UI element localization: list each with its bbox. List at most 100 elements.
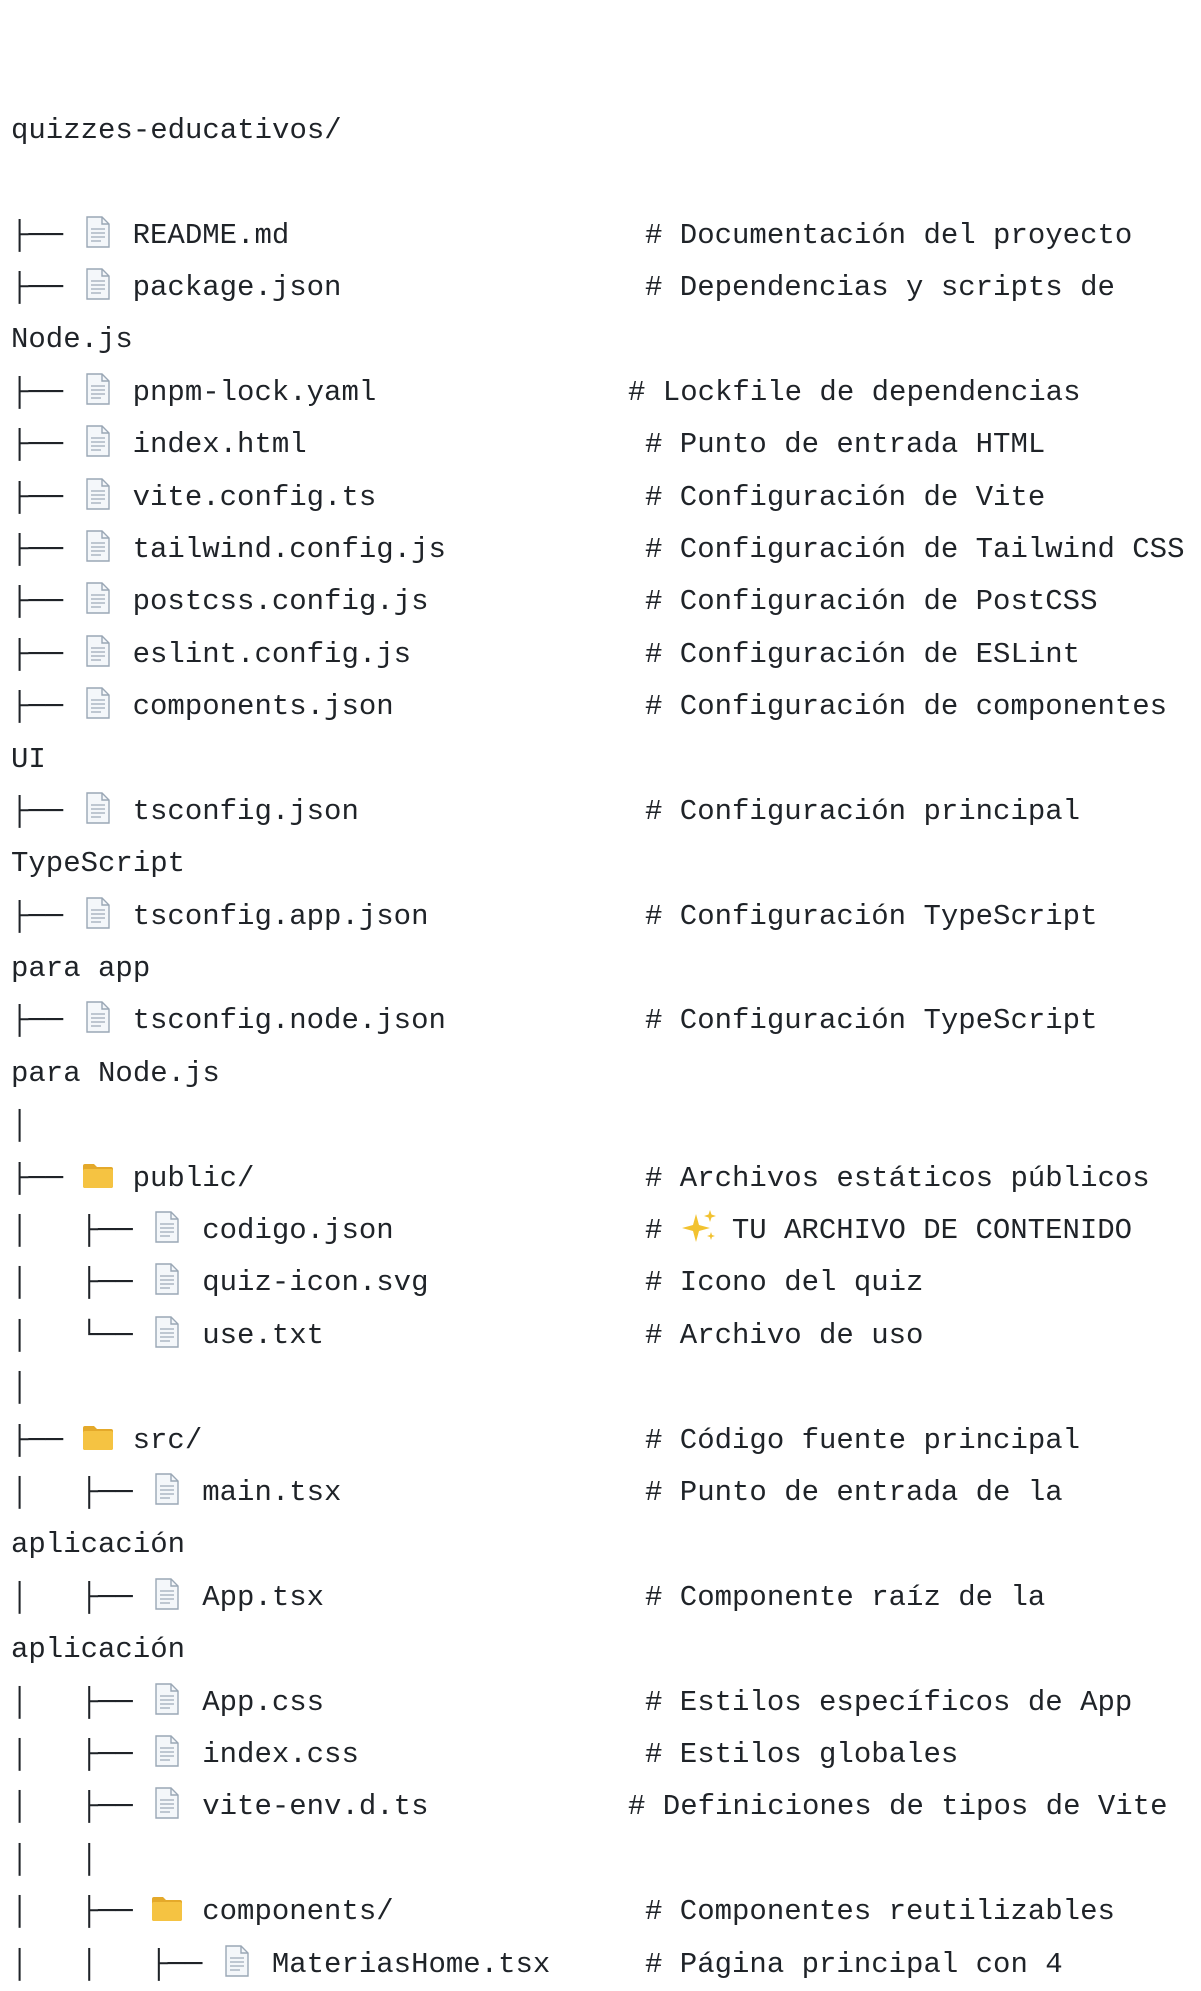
tree-continuation-line: para Node.js [11, 1048, 1196, 1100]
tree-branch: │ ├── [11, 1580, 151, 1614]
tree-continuation-line: │ [11, 1100, 1196, 1152]
continuation-text: UI [11, 742, 46, 776]
comment-text: # Configuración principal [645, 794, 1081, 828]
tree-folder-row: ├── src/ # Código fuente principal [11, 1415, 1196, 1467]
file-name: codigo.json [202, 1214, 394, 1248]
folder-name: components/ [202, 1895, 394, 1929]
tree-continuation-line: aplicación [11, 1519, 1196, 1571]
comment-text: # Definiciones de tipos de Vite [628, 1790, 1168, 1824]
tree-file-row: ├── eslint.config.js # Configuración de E… [11, 629, 1196, 681]
file-icon [85, 425, 110, 457]
tree-folder-row: ├── public/ # Archivos estáticos públicos [11, 1153, 1196, 1205]
continuation-text: │ [11, 1371, 29, 1405]
tree-file-row: ├── tsconfig.app.json # Configuración Typ… [11, 891, 1196, 943]
file-icon [85, 687, 110, 719]
tree-file-row: │ ├── App.tsx # Componente raíz de la [11, 1572, 1196, 1624]
file-icon [155, 1787, 179, 1820]
tree-branch: ├── [11, 428, 81, 462]
tree-file-row: ├── tsconfig.json # Configuración princip… [11, 786, 1196, 838]
continuation-text: para app [11, 952, 151, 986]
tree-file-row: │ ├── main.tsx # Punto de entrada de la [11, 1467, 1196, 1519]
file-icon [85, 373, 110, 405]
comment-text: # Configuración de Tailwind CSS [645, 532, 1185, 566]
tree-branch: ├── [11, 218, 81, 252]
file-name: package.json [132, 271, 342, 304]
file-name: vite.config.ts [132, 480, 377, 514]
comment-text: # Configuración de Vite [645, 480, 1046, 514]
folder-name: src/ [132, 1423, 203, 1457]
file-name: tailwind.config.js [132, 532, 446, 566]
tree-root: quizzes-educativos/ [11, 105, 1196, 157]
tree-branch: │ ├── [11, 1685, 151, 1719]
tree-file-row: ├── postcss.config.js # Configuración de … [11, 576, 1196, 628]
file-icon [155, 1316, 179, 1348]
tree-continuation-line: │ │ [11, 1834, 1196, 1886]
tree-file-row: ├── package.json # Dependencias y scripts… [11, 262, 1196, 314]
tree-branch: ├── [11, 1161, 81, 1195]
comment-text: # Configuración TypeScript [645, 899, 1098, 933]
comment-text: # Estilos específicos de App [645, 1685, 1133, 1719]
continuation-text: TypeScript [11, 847, 186, 881]
comment-text: # Componentes reutilizables [645, 1895, 1115, 1929]
tree-folder-row: │ ├── components/ # Componentes reutiliza… [11, 1886, 1196, 1938]
file-name: tsconfig.json [132, 794, 359, 828]
continuation-text: Node.js [11, 323, 133, 357]
tree-file-row: ├── pnpm-lock.yaml # Lockfile de dependen… [11, 367, 1196, 419]
tree-branch: ├── [11, 794, 81, 828]
tree-branch: ├── [11, 532, 81, 566]
file-name: components.json [132, 690, 394, 724]
tree-file-row: │ └── use.txt # Archivo de uso [11, 1310, 1196, 1362]
tree-branch: ├── [11, 585, 81, 619]
file-name: eslint.config.js [132, 637, 412, 671]
file-icon [85, 477, 110, 510]
file-icon [155, 1263, 179, 1296]
file-tree: quizzes-educativos/ ├── README.md # Docum… [11, 0, 1196, 1991]
continuation-text: │ │ [11, 1842, 99, 1876]
comment-text: # Punto de entrada HTML [645, 428, 1046, 462]
file-name: tsconfig.node.json [132, 1004, 446, 1038]
tree-continuation-line: │ [11, 1362, 1196, 1414]
file-name: quiz-icon.svg [202, 1266, 429, 1300]
tree-continuation-line: para app [11, 943, 1196, 995]
file-icon [155, 1682, 179, 1715]
tree-file-row: ├── vite.config.ts # Configuración de Vit… [11, 472, 1196, 524]
continuation-text: aplicación [11, 1633, 186, 1667]
file-icon [85, 1001, 110, 1034]
tree-file-row: ├── tailwind.config.js # Configuración de… [11, 524, 1196, 576]
tree-branch: ├── [11, 899, 81, 933]
tree-file-row: │ ├── vite-env.d.ts # Definiciones de tip… [11, 1781, 1196, 1833]
comment-body: TU ARCHIVO DE CONTENIDO [731, 1214, 1133, 1248]
root-folder-name: quizzes-educativos/ [11, 113, 342, 147]
tree-file-row: │ ├── quiz-icon.svg # Icono del quiz [11, 1257, 1196, 1309]
tree-branch: ├── [11, 690, 81, 724]
tree-file-row: ├── index.html # Punto de entrada HTML [11, 419, 1196, 471]
file-name: index.css [202, 1737, 359, 1771]
tree-continuation-line: TypeScript [11, 838, 1196, 890]
tree-branch: ├── [11, 480, 81, 514]
file-icon [155, 1735, 179, 1767]
tree-branch: │ ├── [11, 1266, 151, 1300]
file-icon [225, 1944, 249, 1977]
tree-branch: ├── [11, 271, 81, 304]
file-icon [85, 792, 110, 824]
file-icon [85, 530, 110, 562]
file-icon [85, 215, 110, 248]
file-icon [155, 1578, 179, 1610]
file-name: MateriasHome.tsx [271, 1947, 551, 1981]
file-name: App.css [202, 1685, 325, 1719]
tree-branch: │ ├── [11, 1737, 151, 1771]
comment-text: # Configuración TypeScript [645, 1004, 1098, 1038]
tree-continuation-line: Node.js [11, 314, 1196, 366]
tree-branch: │ │ ├── [11, 1947, 220, 1981]
folder-icon [152, 1897, 183, 1922]
tree-branch: │ ├── [11, 1790, 151, 1824]
comment-text: # Documentación del proyecto [645, 218, 1133, 252]
continuation-text: para Node.js [11, 1056, 220, 1090]
tree-branch: ├── [11, 637, 81, 671]
file-name: tsconfig.app.json [132, 899, 429, 933]
tree-branch: │ └── [11, 1318, 151, 1352]
tree-branch: │ ├── [11, 1475, 151, 1509]
file-name: use.txt [202, 1318, 325, 1352]
tree-file-row: ├── tsconfig.node.json # Configuración Ty… [11, 995, 1196, 1047]
comment-text: # Página principal con 4 [645, 1947, 1063, 1981]
